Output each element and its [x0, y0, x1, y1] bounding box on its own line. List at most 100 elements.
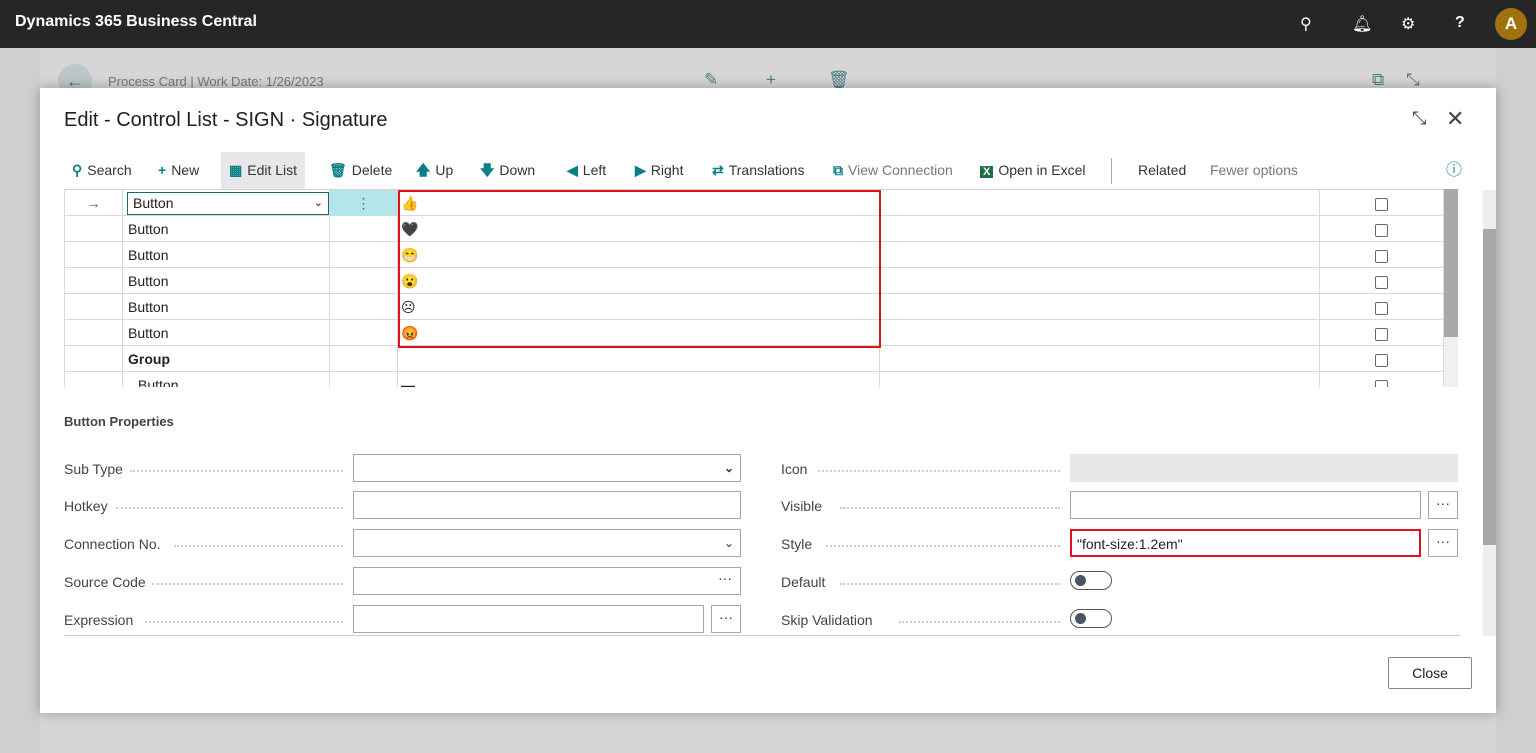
- style-field[interactable]: "font-size:1.2em": [1070, 529, 1421, 557]
- leader-dots: [152, 583, 343, 585]
- related-button[interactable]: Related: [1130, 152, 1194, 189]
- icon-cell[interactable]: ▬: [398, 372, 880, 387]
- expression-cell[interactable]: [880, 320, 1320, 346]
- checkbox[interactable]: [1375, 249, 1388, 263]
- checkbox[interactable]: [1375, 353, 1388, 367]
- type-label: Button: [128, 221, 169, 237]
- checkbox-cell: [1320, 216, 1444, 242]
- hotkey-field[interactable]: [353, 491, 741, 519]
- type-label: Button: [128, 299, 169, 315]
- edit-control-list-dialog: Edit - Control List - SIGN · Signature ⤡…: [40, 88, 1496, 713]
- toggle-switch[interactable]: [1070, 609, 1112, 628]
- type-cell[interactable]: Group: [123, 346, 330, 372]
- row-menu-cell[interactable]: [330, 216, 398, 242]
- toggle-switch[interactable]: [1070, 571, 1112, 590]
- ellipsis-button[interactable]: ···: [1428, 529, 1458, 557]
- left-button[interactable]: ◀ Left: [559, 152, 614, 189]
- open-in-excel-button[interactable]: X Open in Excel: [972, 152, 1094, 189]
- ellipsis-button[interactable]: ···: [711, 605, 741, 633]
- new-icon: +: [158, 162, 167, 178]
- collapse-icon[interactable]: ⤡: [1406, 70, 1420, 90]
- table-row[interactable]: Button ▬: [64, 372, 1444, 387]
- expression-cell[interactable]: [880, 294, 1320, 320]
- grid-scrollbar[interactable]: [1444, 189, 1458, 387]
- scrollbar-thumb[interactable]: [1483, 229, 1496, 545]
- avatar[interactable]: A: [1495, 8, 1527, 40]
- close-button[interactable]: Close: [1388, 657, 1472, 689]
- field-label: Source Code: [64, 574, 146, 590]
- emoji-icon: ▬: [401, 377, 415, 387]
- checkbox[interactable]: [1375, 379, 1388, 387]
- type-cell[interactable]: Button: [123, 242, 330, 268]
- scrollbar-thumb[interactable]: [1444, 189, 1458, 337]
- type-cell[interactable]: Button: [123, 216, 330, 242]
- visible-field[interactable]: [1070, 491, 1421, 519]
- search-icon[interactable]: ⚲: [1300, 14, 1312, 34]
- leader-dots: [115, 507, 343, 509]
- checkbox[interactable]: [1375, 327, 1388, 341]
- ellipsis-button[interactable]: ···: [1428, 491, 1458, 519]
- expression-cell[interactable]: [880, 242, 1320, 268]
- fewer-options-button[interactable]: Fewer options: [1202, 152, 1306, 189]
- up-button[interactable]: 🡅 Up: [408, 152, 461, 189]
- icon-cell[interactable]: [398, 346, 880, 372]
- gear-icon[interactable]: ⚙: [1401, 14, 1415, 34]
- bell-icon[interactable]: 🔔︎: [1352, 14, 1372, 34]
- expression-cell[interactable]: [880, 190, 1320, 216]
- translations-button[interactable]: ⇄ Translations: [704, 152, 812, 189]
- row-menu-cell[interactable]: [330, 346, 398, 372]
- checkbox[interactable]: [1375, 275, 1388, 289]
- type-select[interactable]: Button ⌄: [127, 192, 329, 215]
- table-row[interactable]: Group: [64, 346, 1444, 372]
- row-menu-icon[interactable]: ⋮: [330, 190, 398, 216]
- sub-type-field[interactable]: ⌄: [353, 454, 741, 482]
- field-label: Visible: [781, 498, 822, 514]
- divider: [64, 635, 1460, 636]
- right-button[interactable]: ▶ Right: [627, 152, 691, 189]
- type-cell[interactable]: Button: [123, 320, 330, 346]
- row-menu-cell[interactable]: [330, 242, 398, 268]
- type-cell[interactable]: Button: [123, 294, 330, 320]
- edit-icon[interactable]: ✎: [704, 70, 718, 90]
- connection-no-field[interactable]: ⌄: [353, 529, 741, 557]
- help-icon[interactable]: ?: [1455, 14, 1465, 32]
- row-menu-cell[interactable]: [330, 294, 398, 320]
- row-menu-cell[interactable]: [330, 372, 398, 387]
- type-cell[interactable]: Button: [123, 372, 330, 387]
- expression-field[interactable]: [353, 605, 704, 633]
- checkbox[interactable]: [1375, 197, 1388, 211]
- expression-cell[interactable]: [880, 268, 1320, 294]
- collapse-icon[interactable]: ⤡: [1412, 108, 1426, 129]
- expression-cell[interactable]: [880, 346, 1320, 372]
- search-button[interactable]: ⚲ Search: [64, 152, 140, 189]
- icon-field: [1070, 454, 1458, 482]
- source-code-field[interactable]: ···: [353, 567, 741, 595]
- dialog-title: Edit - Control List - SIGN · Signature: [64, 109, 388, 131]
- checkbox[interactable]: [1375, 301, 1388, 315]
- delete-icon[interactable]: 🗑︎: [828, 70, 850, 90]
- view-connection-button[interactable]: ⧉ View Connection: [825, 152, 961, 189]
- dialog-scrollbar[interactable]: [1483, 190, 1496, 636]
- close-icon[interactable]: ✕: [1446, 106, 1464, 132]
- expression-cell[interactable]: [880, 372, 1320, 387]
- open-new-window-icon[interactable]: ⧉: [1372, 70, 1384, 90]
- row-menu-cell[interactable]: [330, 268, 398, 294]
- leader-dots: [174, 545, 343, 547]
- toolbar-label: Search: [87, 162, 132, 178]
- open-in-excel-icon: X: [980, 166, 994, 178]
- row-menu-cell[interactable]: [330, 320, 398, 346]
- new-button[interactable]: + New: [150, 152, 207, 189]
- leader-dots: [898, 621, 1060, 623]
- checkbox[interactable]: [1375, 223, 1388, 237]
- delete-button[interactable]: 🗑 Delete: [321, 152, 400, 189]
- info-icon[interactable]: ⓘ: [1438, 152, 1470, 189]
- row-indicator: [64, 372, 123, 387]
- action-toolbar: ⚲ Search + New ▦ Edit List 🗑 Delete 🡅 Up 🡇 Down ◀ Lef…: [64, 152, 1474, 189]
- lookup-icon[interactable]: ···: [718, 565, 732, 591]
- edit-list-button[interactable]: ▦ Edit List: [221, 152, 306, 189]
- expression-cell[interactable]: [880, 216, 1320, 242]
- type-cell[interactable]: Button: [123, 268, 330, 294]
- down-icon: 🡇: [480, 162, 495, 178]
- add-icon[interactable]: +: [766, 70, 776, 90]
- down-button[interactable]: 🡇 Down: [472, 152, 543, 189]
